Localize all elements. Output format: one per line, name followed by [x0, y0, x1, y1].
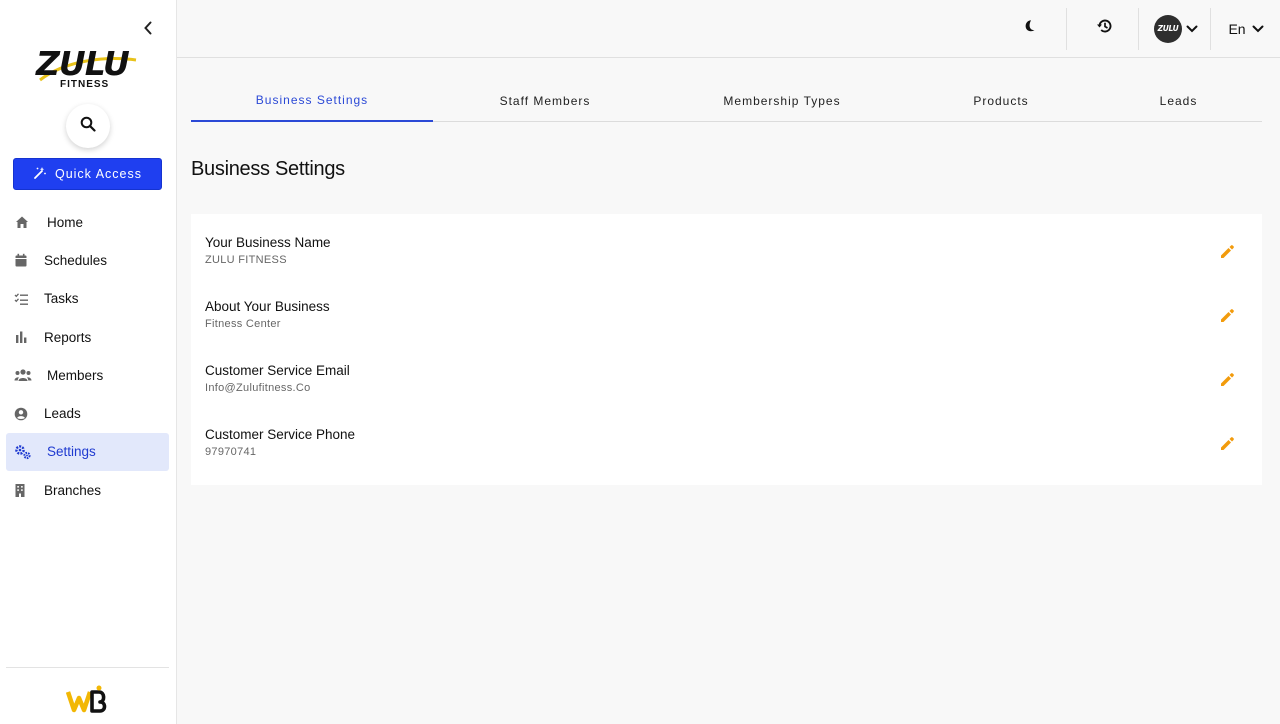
bar-chart-icon — [14, 330, 44, 344]
search-button[interactable] — [66, 104, 110, 148]
language-label: En — [1228, 20, 1246, 37]
edit-business-name-button[interactable] — [1217, 244, 1237, 264]
sidebar-item-schedules[interactable]: Schedules — [6, 241, 169, 279]
tab-products[interactable]: Products — [907, 80, 1095, 121]
tab-business-settings[interactable]: Business Settings — [191, 80, 433, 122]
sidebar-item-reports[interactable]: Reports — [6, 318, 169, 356]
wb-logo — [65, 684, 110, 714]
top-bar-separator — [1210, 8, 1211, 50]
collapse-sidebar-icon[interactable] — [139, 18, 157, 38]
edit-about-business-button[interactable] — [1217, 308, 1237, 328]
sidebar-item-home[interactable]: Home — [6, 203, 169, 241]
quick-access-label: Quick Access — [54, 167, 143, 181]
account-circle-icon — [14, 407, 44, 421]
checklist-icon — [14, 292, 44, 306]
setting-value: ZULU FITNESS — [205, 254, 287, 266]
setting-row-service-email: Customer Service Email Info@Zulufitness.… — [191, 342, 1262, 406]
dark-mode-toggle[interactable] — [1017, 0, 1041, 57]
tab-staff-members[interactable]: Staff Members — [433, 80, 657, 121]
settings-tabs: Business Settings Staff Members Membersh… — [191, 80, 1262, 122]
tab-membership-types[interactable]: Membership Types — [657, 80, 907, 121]
top-bar: ZULU En — [177, 0, 1280, 58]
language-selector[interactable]: En — [1227, 0, 1265, 57]
home-icon — [14, 214, 44, 230]
avatar: ZULU — [1154, 14, 1182, 43]
setting-value: Info@Zulufitness.Co — [205, 382, 311, 394]
chevron-down-icon — [1186, 20, 1198, 38]
quick-access-button[interactable]: Quick Access — [13, 158, 162, 190]
building-icon — [14, 483, 44, 498]
sidebar-item-branches[interactable]: Branches — [6, 471, 169, 509]
history-button[interactable] — [1092, 0, 1116, 57]
chevron-down-icon — [1252, 20, 1264, 38]
setting-label: Customer Service Email — [205, 363, 350, 378]
setting-value: 97970741 — [205, 446, 257, 458]
business-settings-card: Your Business Name ZULU FITNESS About Yo… — [191, 214, 1262, 485]
page-title: Business Settings — [191, 158, 345, 180]
sidebar: ZULU FITNESS Quick Access Home Schedules — [0, 0, 177, 724]
top-bar-separator — [1138, 8, 1139, 50]
edit-service-phone-button[interactable] — [1217, 436, 1237, 456]
history-icon — [1096, 18, 1113, 39]
search-icon — [80, 116, 96, 137]
setting-row-business-name: Your Business Name ZULU FITNESS — [191, 214, 1262, 278]
setting-row-service-phone: Customer Service Phone 97970741 — [191, 406, 1262, 470]
setting-label: About Your Business — [205, 299, 330, 314]
sidebar-item-leads[interactable]: Leads — [6, 394, 169, 432]
moon-icon — [1022, 19, 1036, 38]
sidebar-nav: Home Schedules Tasks Reports Members Lea… — [6, 203, 169, 509]
edit-service-email-button[interactable] — [1217, 372, 1237, 392]
setting-value: Fitness Center — [205, 318, 281, 330]
pencil-icon — [1220, 372, 1235, 392]
sidebar-item-tasks[interactable]: Tasks — [6, 280, 169, 318]
pencil-icon — [1220, 436, 1235, 456]
gears-icon — [14, 444, 44, 460]
group-icon — [14, 368, 44, 382]
sidebar-item-settings[interactable]: Settings — [6, 432, 169, 472]
pencil-icon — [1220, 308, 1235, 328]
sidebar-item-members[interactable]: Members — [6, 356, 169, 394]
setting-label: Customer Service Phone — [205, 427, 356, 442]
magic-wand-icon — [33, 166, 47, 183]
sidebar-divider — [6, 667, 169, 668]
top-bar-separator — [1066, 8, 1067, 50]
account-menu-button[interactable]: ZULU — [1151, 0, 1201, 57]
setting-row-about-business: About Your Business Fitness Center — [191, 278, 1262, 342]
zulu-fitness-logo: ZULU FITNESS — [36, 44, 140, 94]
pencil-icon — [1220, 244, 1235, 264]
setting-label: Your Business Name — [205, 235, 331, 250]
calendar-icon — [14, 253, 44, 268]
tab-leads[interactable]: Leads — [1095, 80, 1262, 121]
